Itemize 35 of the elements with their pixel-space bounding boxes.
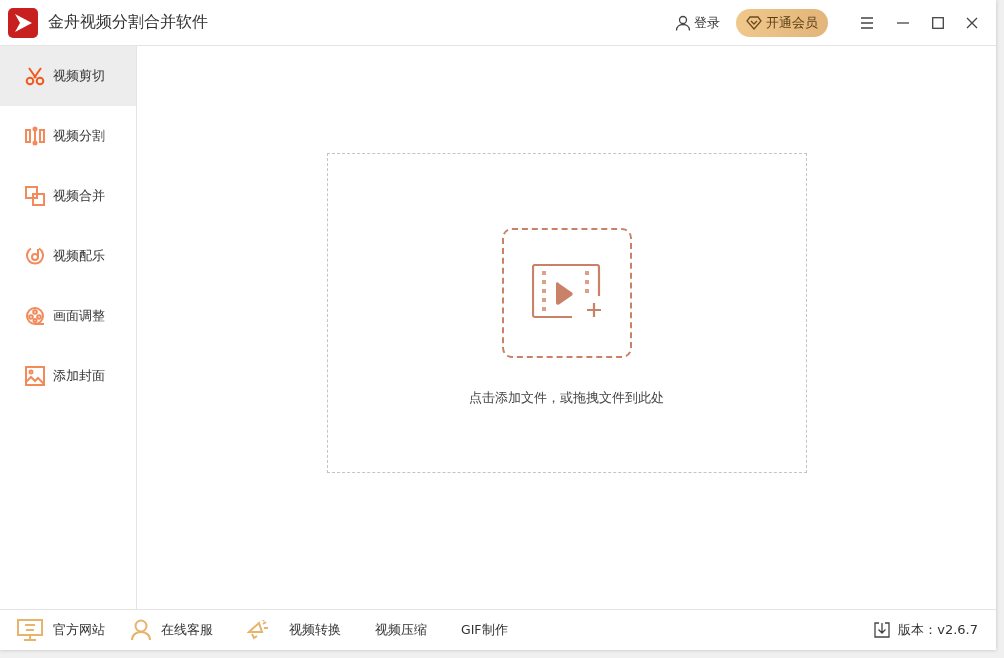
sidebar-item[interactable]: 视频剪切 <box>0 46 136 106</box>
film-reel-icon <box>25 306 45 326</box>
vip-button[interactable]: 开通会员 <box>736 8 828 37</box>
maximize-icon[interactable] <box>932 16 944 29</box>
sidebar-item[interactable]: 添加封面 <box>0 346 136 406</box>
overlapping-squares-icon <box>25 186 45 206</box>
split-icon <box>25 126 45 146</box>
login-button[interactable]: 登录 <box>671 9 724 36</box>
footer-link[interactable]: 在线客服 <box>131 619 213 641</box>
tool-link[interactable]: 视频压缩 <box>375 621 427 639</box>
image-icon <box>25 366 45 386</box>
add-file-button[interactable] <box>501 228 632 358</box>
footer-link[interactable]: 官方网站 <box>17 619 105 641</box>
scissors-icon <box>25 66 45 86</box>
diamond-icon <box>746 15 762 30</box>
sidebar-item[interactable]: 视频合并 <box>0 166 136 226</box>
window-title: 金舟视频分割合并软件 <box>48 12 208 33</box>
sidebar-item[interactable]: 视频分割 <box>0 106 136 166</box>
music-disc-icon <box>25 246 45 266</box>
sidebar-item[interactable]: 画面调整 <box>0 286 136 346</box>
version-text: 版本：v2.6.7 <box>898 621 978 639</box>
sidebar-item[interactable]: 视频配乐 <box>0 226 136 286</box>
headset-person-icon <box>131 619 151 641</box>
monitor-icon <box>17 619 43 641</box>
download-icon[interactable] <box>874 622 891 638</box>
drop-zone[interactable]: 点击添加文件，或拖拽文件到此处 <box>326 152 807 473</box>
user-icon <box>675 14 691 31</box>
drop-hint: 点击添加文件，或拖拽文件到此处 <box>469 390 664 407</box>
minimize-icon[interactable] <box>896 21 910 24</box>
tool-link[interactable]: 视频转换 <box>289 621 341 639</box>
tool-link[interactable]: GIF制作 <box>461 621 508 639</box>
menu-icon[interactable] <box>860 16 874 29</box>
megaphone-icon <box>247 620 269 640</box>
app-logo-icon <box>8 7 38 38</box>
close-icon[interactable] <box>966 16 978 29</box>
